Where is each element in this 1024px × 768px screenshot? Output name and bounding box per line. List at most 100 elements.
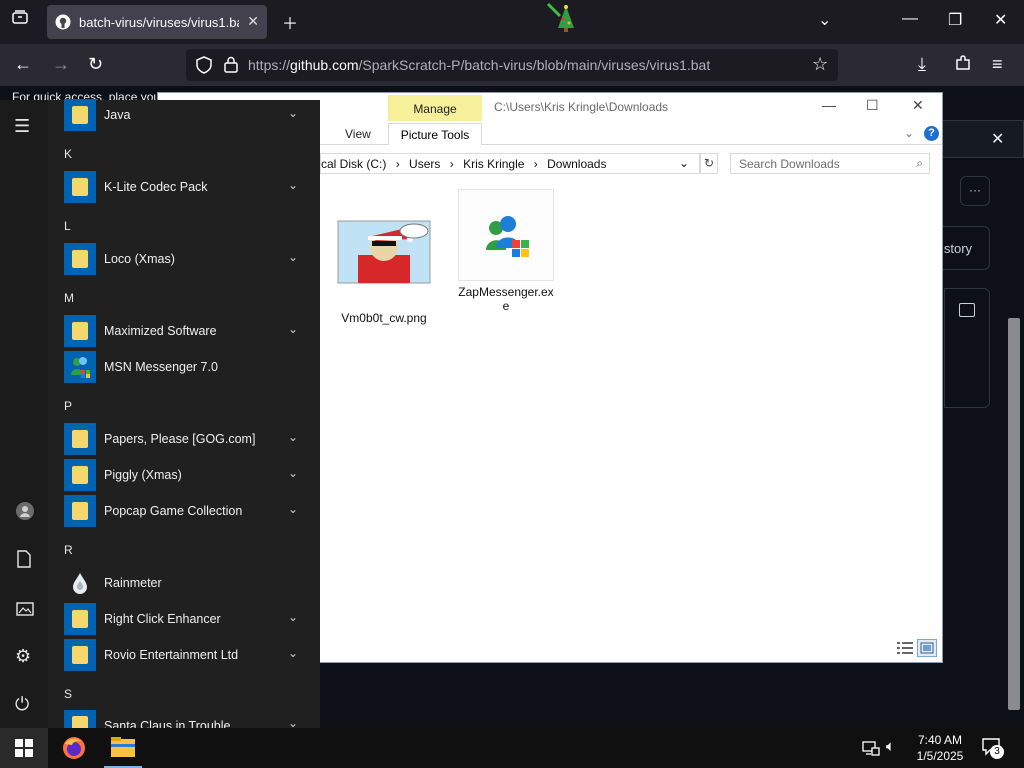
expand-ribbon-icon[interactable]: ⌄	[904, 126, 914, 140]
url-bar[interactable]: https://github.com/SparkScratch-P/batch-…	[186, 49, 838, 81]
reload-icon[interactable]: ↻	[88, 54, 103, 75]
tab-list-icon[interactable]	[12, 10, 28, 29]
breadcrumb-item[interactable]: Users	[409, 157, 440, 171]
file-name: Vm0b0t_cw.png	[341, 311, 427, 325]
chevron-down-icon[interactable]: ⌄	[288, 466, 298, 480]
settings-gear-icon[interactable]: ⚙	[15, 646, 31, 667]
network-icon[interactable]	[862, 740, 880, 759]
bookmark-star-icon[interactable]: ☆	[812, 54, 828, 75]
user-avatar-icon[interactable]	[16, 502, 34, 525]
chevron-right-icon[interactable]: ›	[450, 157, 454, 171]
new-tab-icon[interactable]: ＋	[282, 10, 298, 34]
tab-picture-tools[interactable]: Picture Tools	[388, 123, 482, 145]
address-bar[interactable]: cal Disk (C:) › Users › Kris Kringle › D…	[320, 153, 700, 174]
start-item-papers-please[interactable]: Papers, Please [GOG.com] ⌄	[64, 422, 310, 456]
browser-tab[interactable]: batch-virus/viruses/virus1.bat at main ✕	[47, 5, 267, 39]
menu-icon[interactable]: ≡	[992, 54, 1003, 75]
start-item-popcap-game-collection[interactable]: Popcap Game Collection ⌄	[64, 494, 310, 528]
section-letter[interactable]: P	[64, 399, 72, 413]
file-item[interactable]: ZapMessenger.exe	[458, 189, 554, 313]
back-arrow-icon[interactable]: ←	[14, 54, 32, 75]
download-icon[interactable]: ⤓	[918, 54, 926, 75]
large-icons-view-icon[interactable]	[917, 639, 937, 657]
start-item-santa-claus-in-trouble[interactable]: Santa Claus in Trouble ⌄	[64, 710, 310, 728]
volume-icon[interactable]: 🔈︎	[886, 738, 895, 755]
firefox-icon[interactable]	[62, 736, 86, 763]
details-view-icon[interactable]	[897, 641, 913, 658]
github-icon	[55, 14, 71, 30]
folder-icon	[64, 603, 96, 635]
search-icon[interactable]: ⌕	[916, 156, 923, 171]
close-window-icon[interactable]: ✕	[994, 10, 1007, 30]
section-letter[interactable]: R	[64, 543, 73, 557]
chevron-down-icon[interactable]: ⌄	[288, 178, 298, 192]
chevron-right-icon[interactable]: ›	[396, 157, 400, 171]
windows-logo-icon	[15, 739, 33, 757]
section-letter[interactable]: M	[64, 291, 74, 305]
breadcrumb-item[interactable]: Kris Kringle	[463, 157, 524, 171]
documents-icon[interactable]	[16, 550, 32, 573]
image-thumbnail-icon	[336, 215, 432, 307]
start-item-loco-xmas[interactable]: Loco (Xmas) ⌄	[64, 242, 310, 276]
chevron-down-icon[interactable]: ⌄	[288, 716, 298, 728]
restore-icon[interactable]: ❐	[948, 10, 962, 30]
section-letter[interactable]: L	[64, 219, 71, 233]
hamburger-menu-icon[interactable]: ☰	[14, 116, 30, 137]
chevron-down-icon[interactable]: ⌄	[288, 610, 298, 624]
file-name: ZapMessenger.exe	[458, 285, 554, 313]
breadcrumb-item[interactable]: cal Disk (C:)	[321, 157, 386, 171]
maximize-icon[interactable]: ☐	[866, 97, 879, 114]
extensions-icon[interactable]	[955, 55, 971, 76]
forward-arrow-icon[interactable]: →	[52, 54, 70, 75]
start-button[interactable]	[0, 728, 48, 768]
close-tab-icon[interactable]: ✕	[247, 13, 259, 30]
taskbar: 🔈︎ 7:40 AM 1/5/2025 3	[0, 728, 1024, 768]
refresh-icon[interactable]: ↻	[700, 153, 718, 174]
shield-icon[interactable]	[196, 56, 212, 77]
start-item-piggly-xmas[interactable]: Piggly (Xmas) ⌄	[64, 458, 310, 492]
section-letter[interactable]: S	[64, 687, 72, 701]
close-banner-icon[interactable]: ✕	[991, 129, 1004, 149]
file-explorer-icon[interactable]	[104, 736, 142, 768]
breadcrumb-item[interactable]: Downloads	[547, 157, 606, 171]
chevron-down-icon[interactable]: ⌄	[288, 502, 298, 516]
folder-icon	[64, 495, 96, 527]
more-options-button[interactable]: ···	[960, 176, 990, 206]
page-scrollbar[interactable]	[1008, 318, 1020, 710]
start-item-maximized-software[interactable]: Maximized Software ⌄	[64, 314, 310, 348]
start-item-java[interactable]: Java ⌄	[64, 98, 310, 132]
section-letter[interactable]: K	[64, 147, 72, 161]
minimize-icon[interactable]: —	[822, 97, 836, 113]
url-text[interactable]: https://github.com/SparkScratch-P/batch-…	[248, 57, 710, 73]
file-item[interactable]: Vm0b0t_cw.png	[336, 215, 432, 325]
folder-icon	[64, 315, 96, 347]
help-icon[interactable]: ?	[924, 126, 939, 141]
chevron-down-icon[interactable]: ⌄	[288, 106, 298, 120]
pictures-icon[interactable]	[16, 600, 34, 621]
chevron-right-icon[interactable]: ›	[534, 157, 538, 171]
code-view-icon[interactable]	[959, 303, 975, 317]
minimize-icon[interactable]: —	[902, 10, 918, 28]
view-toggle	[895, 639, 939, 659]
start-item-rainmeter[interactable]: Rainmeter	[64, 566, 310, 600]
start-item-right-click-enhancer[interactable]: Right Click Enhancer ⌄	[64, 602, 310, 636]
notifications-icon[interactable]: 3	[982, 738, 1004, 761]
tab-view[interactable]: View	[345, 127, 371, 141]
clock[interactable]: 7:40 AM 1/5/2025	[914, 732, 966, 764]
chevron-down-icon[interactable]: ⌄	[288, 430, 298, 444]
start-item-k-lite-codec-pack[interactable]: K-Lite Codec Pack ⌄	[64, 170, 310, 204]
chevron-down-icon[interactable]: ⌄	[679, 156, 689, 170]
power-icon[interactable]: ⏻	[15, 694, 29, 715]
chevron-down-icon[interactable]: ⌄	[818, 10, 831, 30]
folder-icon	[64, 459, 96, 491]
search-input[interactable]: Search Downloads ⌕	[730, 153, 930, 174]
start-item-rovio-entertainment[interactable]: Rovio Entertainment Ltd ⌄	[64, 638, 310, 672]
chevron-down-icon[interactable]: ⌄	[288, 250, 298, 264]
chevron-down-icon[interactable]: ⌄	[288, 646, 298, 660]
chevron-down-icon[interactable]: ⌄	[288, 322, 298, 336]
start-item-msn-messenger[interactable]: MSN Messenger 7.0	[64, 350, 310, 384]
close-window-icon[interactable]: ✕	[912, 97, 924, 114]
folder-icon	[64, 710, 96, 728]
lock-icon[interactable]	[224, 56, 238, 76]
manage-tab[interactable]: Manage	[388, 95, 482, 121]
